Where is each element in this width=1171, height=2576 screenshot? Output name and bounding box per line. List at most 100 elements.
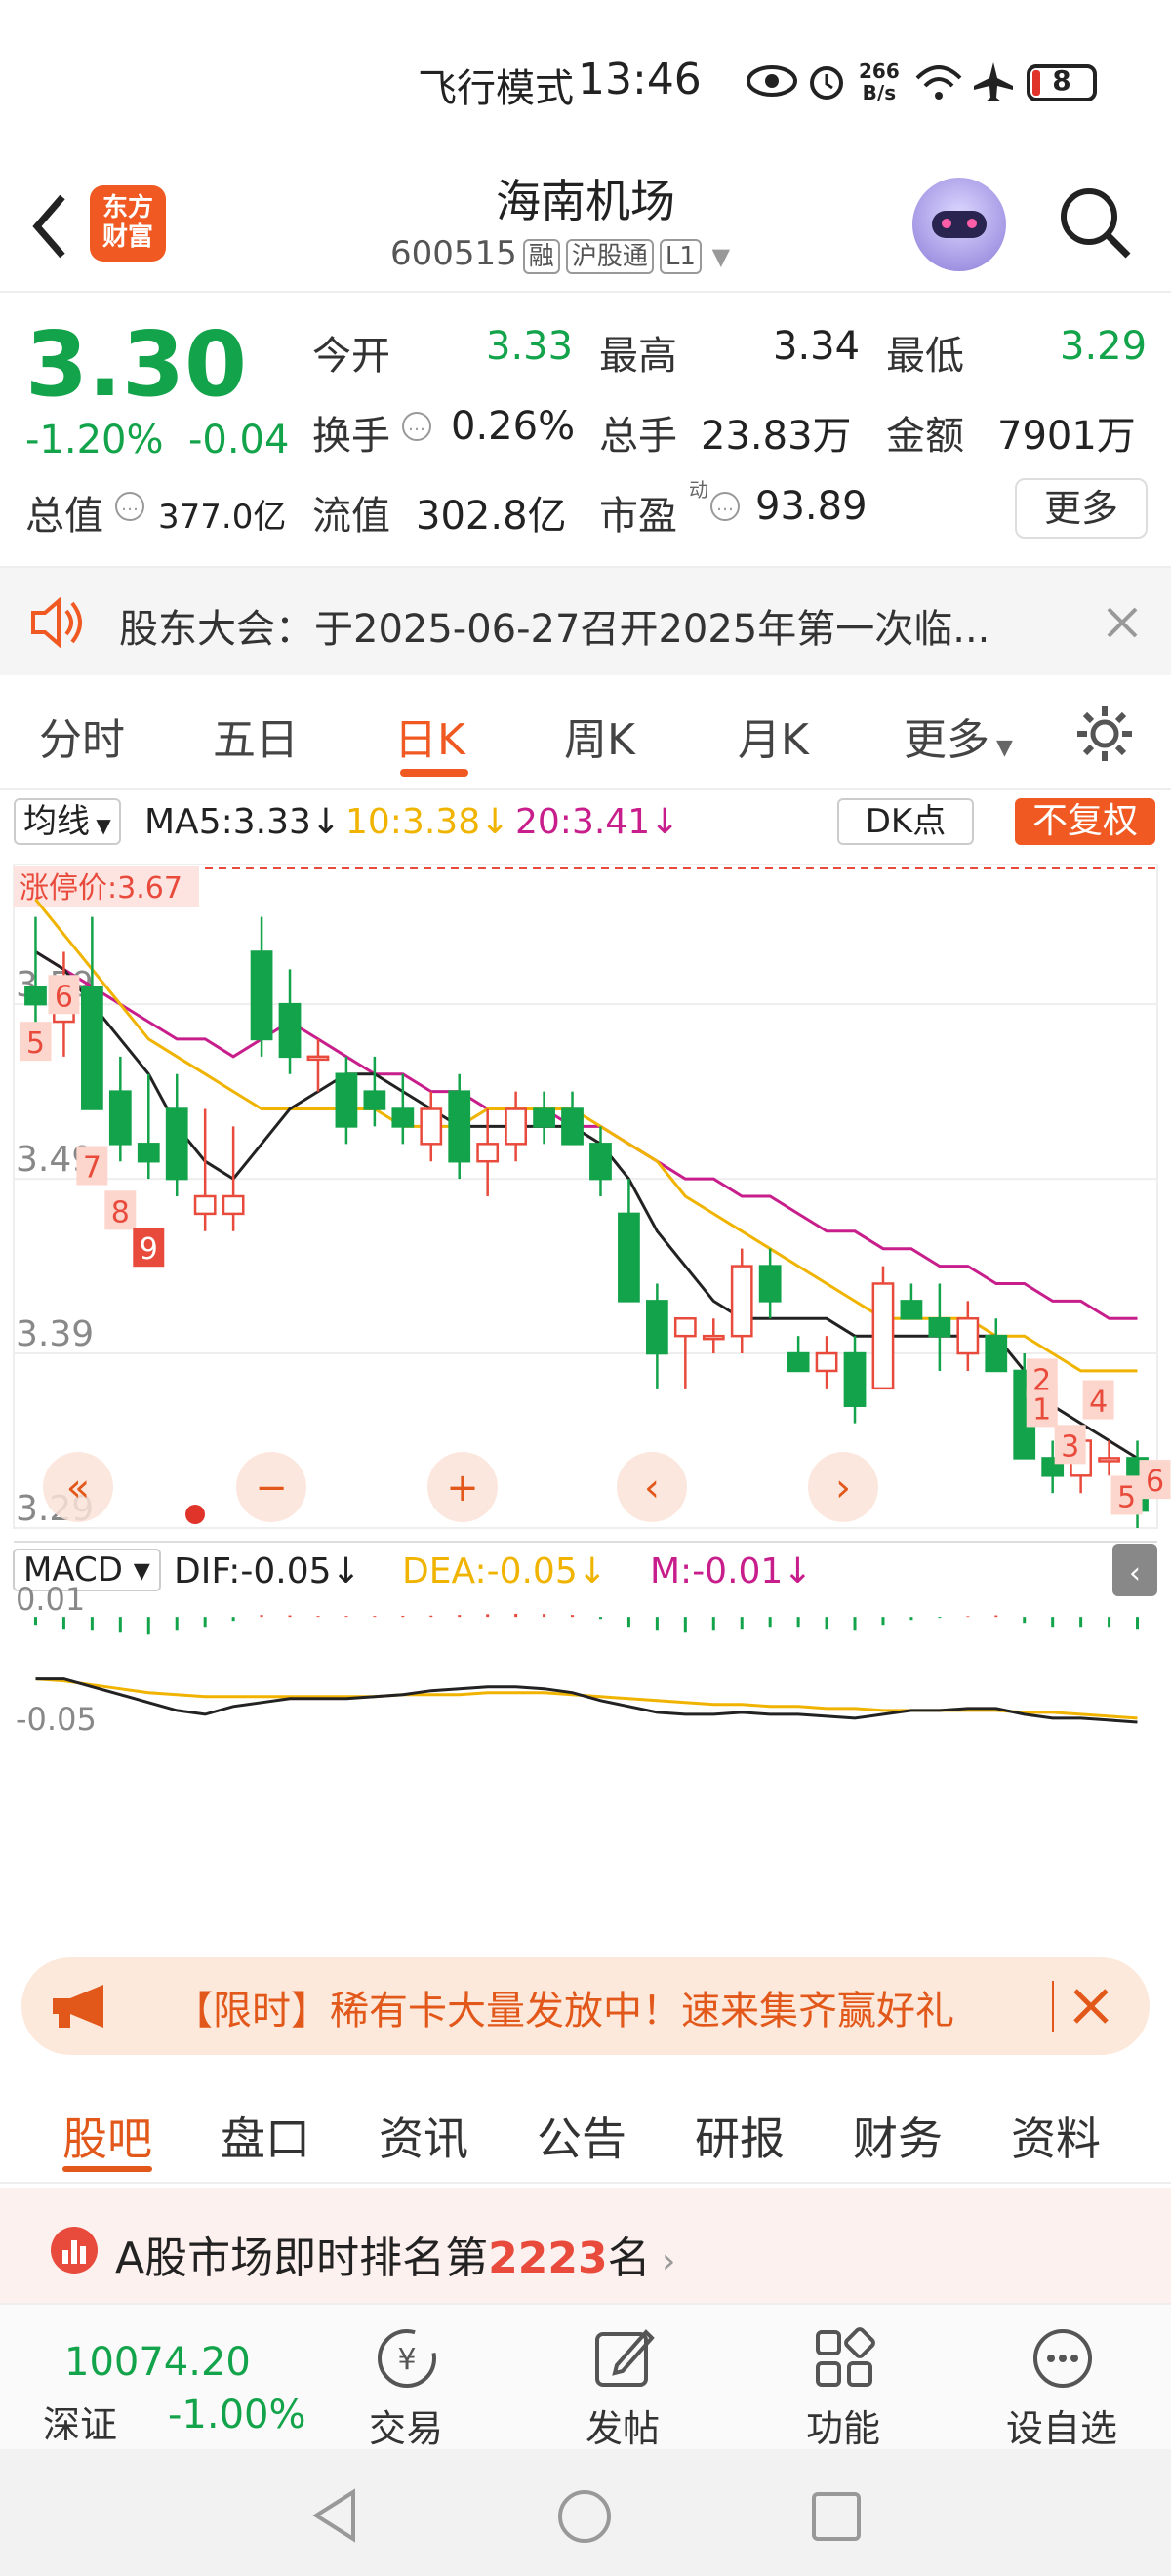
ma5-label: MA5:3.33↓ <box>144 802 342 842</box>
candle-body <box>928 1317 951 1338</box>
chart-control-label: − <box>255 1466 288 1510</box>
market-rank-row[interactable]: A股市场即时排名第2223名 › <box>0 2188 1171 2305</box>
tab-announcements[interactable]: 公告 <box>537 2104 626 2168</box>
stock-code-line[interactable]: 600515 融沪股通 L1 ▼ <box>390 234 730 274</box>
candle-body <box>956 1317 980 1355</box>
grid-icon <box>816 2327 875 2387</box>
adjust-button[interactable]: 不复权 <box>1015 798 1155 845</box>
pe-dynamic-mark: 动 <box>689 478 708 502</box>
candle-body <box>730 1265 753 1338</box>
kline-chart[interactable]: 3.593.493.393.29涨停价:3.6756789123456«−+‹›… <box>0 855 1171 1733</box>
rank-chart-icon <box>51 2227 98 2274</box>
battery-icon: 8 <box>1027 64 1097 101</box>
notice-bar[interactable]: 股东大会：于2025-06-27召开2025年第一次临... <box>0 566 1171 675</box>
stock-header: 东方 财富 海南机场 600515 融沪股通 L1 ▼ <box>0 156 1171 293</box>
dk-mark-label: 1 <box>1032 1392 1051 1427</box>
candle-body <box>758 1265 782 1303</box>
candle-body <box>843 1351 867 1407</box>
candle-body <box>673 1317 697 1338</box>
divider <box>1052 1981 1054 2032</box>
close-icon[interactable] <box>1071 1987 1110 2026</box>
dk-mark-label: 6 <box>1146 1465 1164 1499</box>
tab-daily-k[interactable]: 日K <box>394 704 465 767</box>
open-label: 今开 <box>312 334 390 379</box>
close-icon[interactable] <box>1105 605 1140 640</box>
candle-body <box>24 986 47 1006</box>
trade-button[interactable]: ¥ 交易 <box>318 2305 494 2451</box>
post-button[interactable]: 发帖 <box>535 2305 710 2451</box>
wifi-icon <box>915 65 962 100</box>
caret-down-icon: ▼ <box>711 243 731 270</box>
notice-text: 股东大会：于2025-06-27召开2025年第一次临... <box>119 607 990 652</box>
add-watchlist-button[interactable]: 设自选 <box>974 2305 1150 2451</box>
candle-body <box>476 1143 500 1163</box>
mktcap-value: 377.0亿 <box>158 498 287 537</box>
nav-back-icon[interactable] <box>310 2488 359 2543</box>
edit-icon <box>595 2329 655 2387</box>
candle-body <box>787 1351 810 1373</box>
active-tab-indicator <box>400 769 468 777</box>
tab-weekly-k[interactable]: 周K <box>564 704 635 767</box>
dk-mark-label: 2 <box>1032 1363 1051 1397</box>
gear-icon[interactable] <box>1073 703 1136 765</box>
promo-banner[interactable]: 【限时】稀有卡大量发放中！速来集齐赢好礼 <box>21 1957 1150 2055</box>
pe-label: 市盈 <box>599 494 677 539</box>
chart-control-label: « <box>66 1466 90 1510</box>
tab-guba[interactable]: 股吧 <box>62 2104 152 2168</box>
candle-body <box>108 1090 132 1146</box>
tab-profile[interactable]: 资料 <box>1011 2104 1101 2168</box>
candle-body <box>1098 1457 1120 1463</box>
dk-mark-label: 3 <box>1061 1429 1079 1464</box>
candle-body <box>363 1090 386 1110</box>
tab-finance[interactable]: 财务 <box>853 2104 943 2168</box>
float-value: 302.8亿 <box>416 494 567 539</box>
candle-body <box>618 1212 640 1303</box>
tab-intraday[interactable]: 分时 <box>39 704 125 767</box>
bottom-toolbar: 10074.20 深证 -1.00% ¥ 交易 发帖 功能 设自选 <box>0 2303 1171 2451</box>
speaker-icon <box>31 597 82 648</box>
tab-five-day[interactable]: 五日 <box>213 704 299 767</box>
tab-news[interactable]: 资讯 <box>379 2104 468 2168</box>
candle-body <box>645 1300 668 1355</box>
airplane-icon <box>974 62 1013 101</box>
more-button[interactable]: 更多 <box>1015 478 1148 539</box>
dk-mark-label: 6 <box>55 980 73 1014</box>
info-icon[interactable]: … <box>710 492 740 521</box>
low-value: 3.29 <box>1060 324 1148 369</box>
info-icon[interactable]: … <box>115 492 144 521</box>
functions-button[interactable]: 功能 <box>755 2305 931 2451</box>
amount-value: 7901万 <box>997 414 1136 459</box>
volume-value: 23.83万 <box>701 414 852 459</box>
low-label: 最低 <box>886 334 964 379</box>
candle-body <box>871 1282 895 1390</box>
dif-line <box>35 1677 1138 1724</box>
indicator-select[interactable]: 均线 ▼ <box>14 798 121 845</box>
red-dot <box>185 1505 205 1524</box>
nav-recents-icon[interactable] <box>810 2490 863 2543</box>
tab-research[interactable]: 研报 <box>695 2104 785 2168</box>
tag-margin: 融 <box>522 239 560 274</box>
info-icon[interactable]: … <box>402 412 431 441</box>
net-speed: 266 B/s <box>859 60 900 104</box>
candle-body <box>561 1107 584 1146</box>
active-tab-indicator <box>62 2166 152 2172</box>
chevron-left-icon: ‹ <box>1129 1556 1141 1590</box>
chart-control-label: › <box>835 1466 851 1510</box>
ma-legend: 均线 ▼ MA5:3.33↓ 10:3.38↓ 20:3.41↓ DK点 不复权 <box>0 792 1171 853</box>
index-name: 深证 <box>43 2403 118 2446</box>
high-label: 最高 <box>599 334 677 379</box>
search-icon[interactable] <box>1056 183 1134 262</box>
candle-body <box>815 1351 838 1373</box>
pe-value: 93.89 <box>755 484 868 529</box>
index-ticker[interactable]: 10074.20 深证 -1.00% <box>0 2305 312 2451</box>
candle-body <box>420 1107 443 1146</box>
tab-monthly-k[interactable]: 月K <box>738 704 809 767</box>
candle-body <box>165 1107 188 1181</box>
nav-home-icon[interactable] <box>556 2488 613 2545</box>
dk-point-select[interactable]: DK点 <box>837 798 974 845</box>
tab-more[interactable]: 更多 ▼ <box>904 704 1013 767</box>
tab-orderbook[interactable]: 盘口 <box>221 2104 310 2168</box>
dk-mark-label: 5 <box>26 1026 45 1061</box>
system-nav-bar <box>0 2449 1171 2576</box>
robot-avatar-icon[interactable] <box>912 178 1006 271</box>
